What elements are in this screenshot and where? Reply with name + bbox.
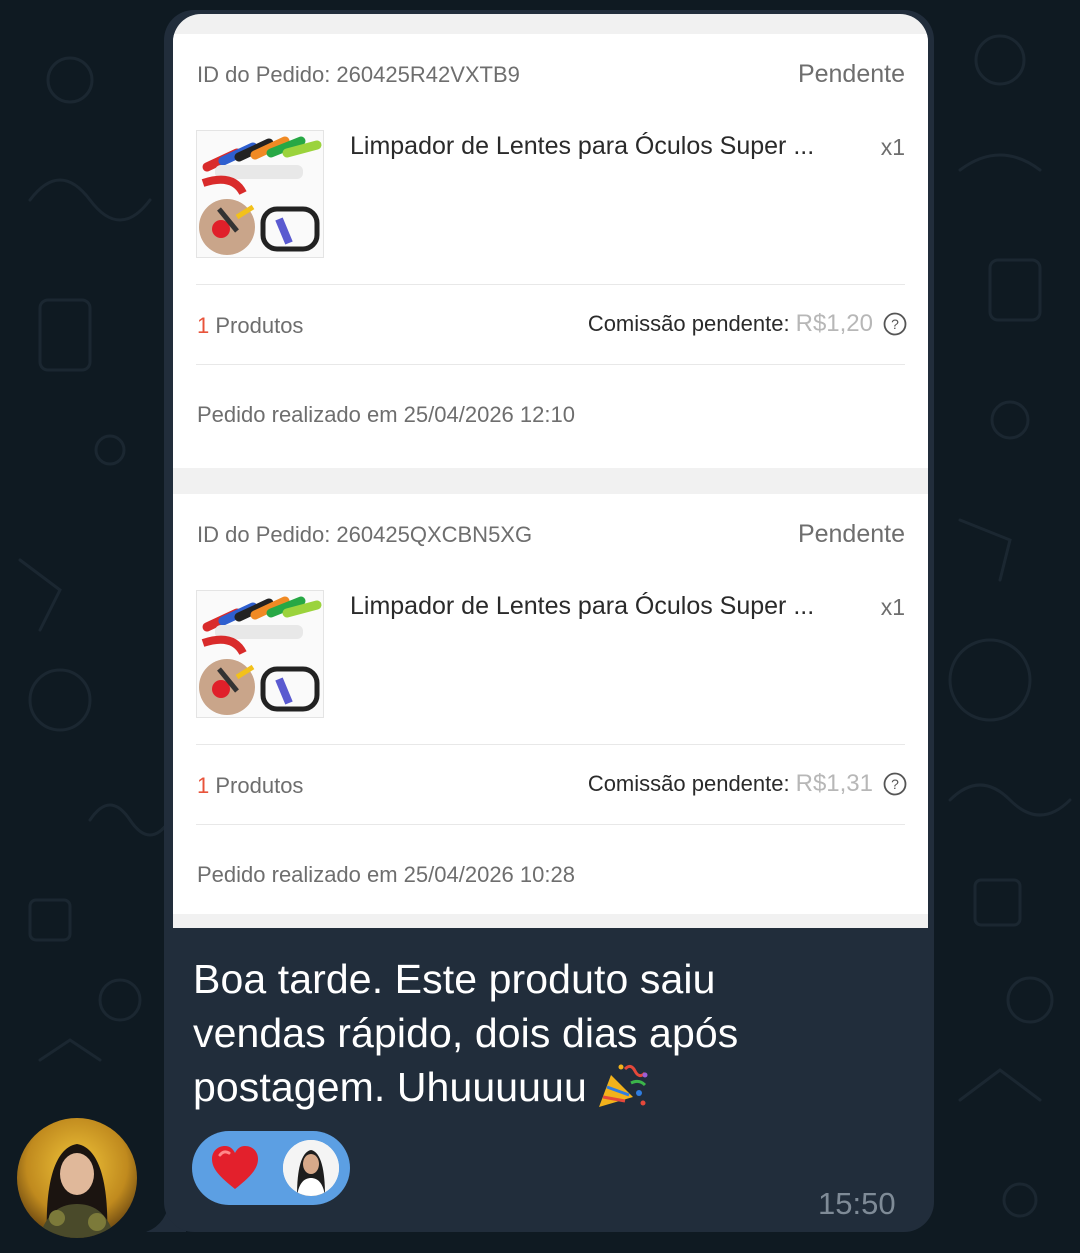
order-status: Pendente xyxy=(797,520,905,548)
order-date: Pedido realizado em 25/04/2026 10:28 xyxy=(197,862,575,887)
commission-value: R$1,31 xyxy=(795,770,873,797)
sender-avatar[interactable] xyxy=(17,1118,137,1238)
commission-label: Comissão pendente: xyxy=(587,771,790,796)
product-name: Limpador de Lentes para Óculos Super ... xyxy=(350,592,815,620)
message-line: vendas rápido, dois dias após xyxy=(193,1010,739,1056)
order-id: ID do Pedido: 260425QXCBN5XG xyxy=(197,522,533,547)
order-date: Pedido realizado em 25/04/2026 12:10 xyxy=(197,402,575,427)
products-count-number: 1 xyxy=(197,773,210,798)
party-popper-icon xyxy=(598,1064,648,1107)
divider xyxy=(196,824,905,825)
pending-commission: Comissão pendente: R$1,31 ? xyxy=(588,770,907,798)
products-count-label: Produtos xyxy=(215,313,304,338)
attached-screenshot[interactable]: ID do Pedido: 260425R42VXTB9 Pendente Li… xyxy=(173,14,928,928)
divider xyxy=(196,744,905,745)
product-name: Limpador de Lentes para Óculos Super ... xyxy=(350,132,815,160)
product-quantity: x1 xyxy=(880,134,905,160)
divider xyxy=(196,284,905,285)
message-time: 15:50 xyxy=(818,1186,896,1221)
pending-commission: Comissão pendente: R$1,20 ? xyxy=(588,310,907,338)
product-thumbnail xyxy=(196,130,324,258)
order-card: ID do Pedido: 260425QXCBN5XG Pendente Li… xyxy=(173,494,928,914)
order-card: ID do Pedido: 260425R42VXTB9 Pendente Li… xyxy=(173,34,928,468)
red-heart-icon xyxy=(212,1146,258,1189)
message-line: postagem. Uhuuuuuu xyxy=(193,1060,913,1114)
message-text: Boa tarde. Este produto saiu vendas rápi… xyxy=(193,952,913,1114)
product-thumbnail xyxy=(196,590,324,718)
svg-text:?: ? xyxy=(891,316,899,332)
commission-label: Comissão pendente: xyxy=(587,311,790,336)
divider xyxy=(196,364,905,365)
commission-value: R$1,20 xyxy=(795,310,873,337)
message-line: Boa tarde. Este produto saiu xyxy=(193,956,716,1002)
product-quantity: x1 xyxy=(880,594,905,620)
products-count-number: 1 xyxy=(197,313,210,338)
message-line-text: postagem. Uhuuuuuu xyxy=(193,1064,587,1110)
svg-text:?: ? xyxy=(891,776,899,792)
products-count-label: Produtos xyxy=(215,773,304,798)
reactor-avatar xyxy=(283,1140,339,1196)
order-status: Pendente xyxy=(797,60,905,88)
reaction-pill[interactable] xyxy=(192,1131,350,1205)
order-id: ID do Pedido: 260425R42VXTB9 xyxy=(197,62,520,87)
products-count: 1 Produtos xyxy=(197,313,303,339)
help-circle-icon[interactable]: ? xyxy=(883,312,907,336)
products-count: 1 Produtos xyxy=(197,773,303,799)
help-circle-icon[interactable]: ? xyxy=(883,772,907,796)
